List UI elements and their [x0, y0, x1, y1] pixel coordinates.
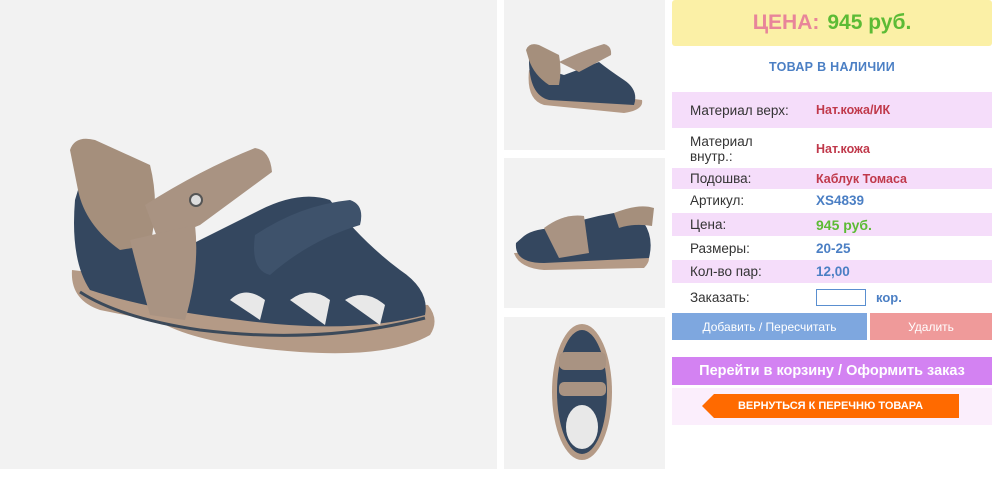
detail-label: Кол-во пар: — [690, 264, 762, 279]
stock-status: ТОВАР В НАЛИЧИИ — [768, 60, 895, 74]
detail-label: Материал верх: — [690, 102, 789, 118]
price-value: 945 руб. — [827, 11, 912, 34]
detail-value: 12,00 — [816, 264, 850, 279]
detail-label: Размеры: — [690, 240, 750, 256]
detail-value: XS4839 — [816, 193, 865, 208]
order-unit: кор. — [876, 289, 902, 305]
sandal-top-view-image — [552, 324, 612, 460]
main-product-image[interactable] — [0, 0, 497, 469]
detail-row-sole: Подошва: Каблук Томаса — [672, 168, 992, 189]
detail-value: Нат.кожа — [816, 142, 871, 156]
detail-value: Каблук Томаса — [816, 171, 908, 186]
detail-value: Нат.кожа/ИК — [816, 103, 891, 117]
detail-label: Материал внутр.: — [690, 134, 753, 164]
detail-value: 20-25 — [816, 240, 851, 256]
price-header: ЦЕНА: 945 руб. — [672, 0, 992, 46]
detail-row-pairs: Кол-во пар: 12,00 — [672, 260, 992, 283]
back-button-container: ВЕРНУТЬСЯ К ПЕРЕЧНЮ ТОВАРА — [672, 388, 992, 425]
thumbnail-2[interactable] — [504, 158, 665, 308]
sandal-thumbnail-image — [526, 44, 643, 113]
thumbnail-1[interactable] — [504, 0, 665, 150]
back-to-list-button[interactable]: ВЕРНУТЬСЯ К ПЕРЕЧНЮ ТОВАРА — [702, 394, 959, 418]
detail-value: 945 руб. — [816, 216, 872, 233]
detail-label: Артикул: — [690, 193, 745, 208]
detail-row-inner-material: Материал внутр.: Нат.кожа — [672, 131, 992, 167]
detail-row-sizes: Размеры: 20-25 — [672, 237, 992, 259]
order-label: Заказать: — [690, 289, 750, 305]
order-quantity-input[interactable] — [816, 288, 866, 306]
sandal-thumbnail-image — [514, 206, 654, 270]
price-label: ЦЕНА: — [752, 11, 820, 34]
detail-label: Цена: — [690, 217, 727, 232]
detail-row-upper-material: Материал верх: Нат.кожа/ИК — [672, 92, 992, 128]
detail-label: Подошва: — [690, 171, 752, 186]
add-recalculate-button[interactable]: Добавить / Пересчитать — [672, 313, 867, 340]
thumbnail-3[interactable] — [504, 317, 665, 469]
delete-button[interactable]: Удалить — [870, 313, 992, 340]
sandal-side-image — [70, 138, 435, 354]
order-row: Заказать: кор. — [672, 285, 992, 309]
detail-row-article: Артикул: XS4839 — [672, 190, 992, 211]
go-to-cart-button[interactable]: Перейти в корзину / Оформить заказ — [672, 357, 992, 385]
detail-row-price: Цена: 945 руб. — [672, 213, 992, 236]
